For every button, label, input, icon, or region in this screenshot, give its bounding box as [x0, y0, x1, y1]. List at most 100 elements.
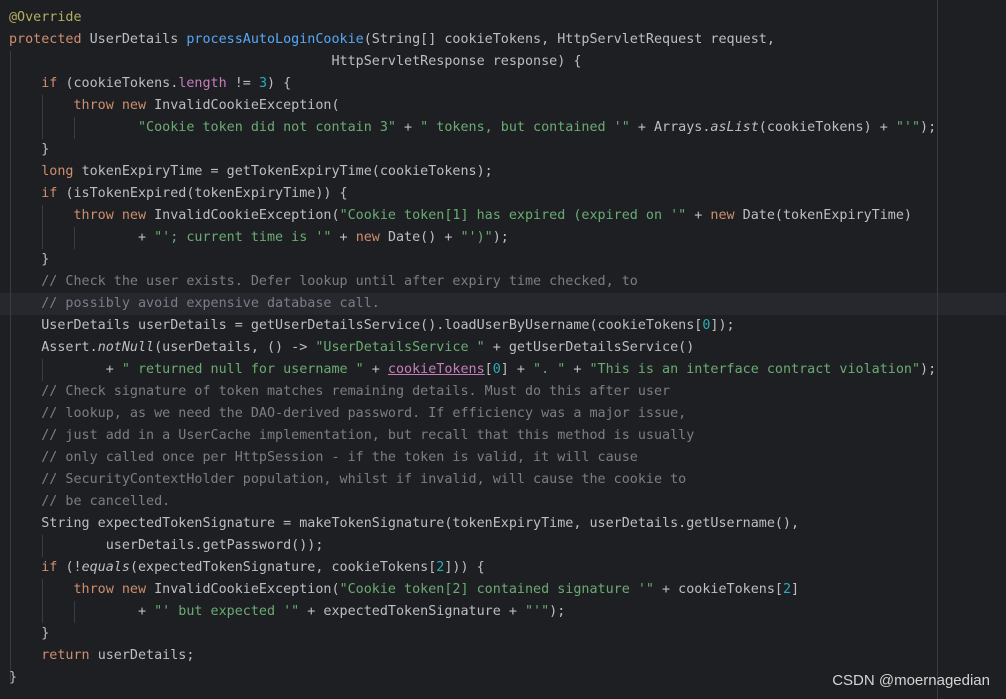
code-token: 0	[492, 362, 501, 377]
code-token: return	[41, 648, 98, 663]
code-editor[interactable]: @Override protected UserDetails processAu…	[0, 0, 1006, 699]
code-line[interactable]: // possibly avoid expensive database cal…	[9, 293, 380, 315]
code-line[interactable]: + "'; current time is '" + new Date() + …	[9, 227, 509, 249]
code-token: UserDetails userDetails = getUserDetails…	[9, 318, 703, 333]
code-line[interactable]: + "' but expected '" + expectedTokenSign…	[9, 601, 565, 623]
code-token: // Check the user exists. Defer lookup u…	[41, 274, 638, 289]
code-token: (expectedTokenSignature, cookieTokens[	[129, 560, 437, 575]
code-token: + cookieTokens[	[653, 582, 783, 597]
code-token: processAutoLoginCookie	[186, 32, 364, 47]
code-token: notNull	[97, 340, 155, 355]
code-token: Date() +	[387, 230, 461, 245]
code-token: // be cancelled.	[41, 494, 171, 509]
code-token: userDetails.getPassword());	[9, 538, 324, 553]
code-token: +	[9, 604, 155, 619]
code-line[interactable]: }	[9, 139, 49, 161]
code-token: (!	[65, 560, 82, 575]
code-token: // lookup, as we need the DAO-derived pa…	[41, 406, 687, 421]
code-token: );	[920, 362, 937, 377]
code-line[interactable]: // be cancelled.	[9, 491, 170, 513]
code-token: new	[710, 208, 743, 223]
code-line[interactable]: throw new InvalidCookieException("Cookie…	[9, 205, 912, 227]
watermark: CSDN @moernagedian	[832, 672, 990, 689]
code-token: (String[] cookieTokens, HttpServletReque…	[363, 32, 775, 47]
code-line[interactable]: }	[9, 249, 49, 271]
code-line[interactable]: String expectedTokenSignature = makeToke…	[9, 513, 799, 535]
code-token: "'"	[524, 604, 550, 619]
code-token: (cookieTokens.	[65, 76, 179, 91]
code-token: +	[686, 208, 711, 223]
code-line[interactable]: + " returned null for username " + cooki…	[9, 359, 936, 381]
code-token: InvalidCookieException(	[154, 208, 340, 223]
code-token: ) {	[267, 76, 292, 91]
code-line[interactable]: // only called once per HttpSession - if…	[9, 447, 638, 469]
code-token: "Cookie token[1] has expired (expired on…	[339, 208, 687, 223]
code-token: "Cookie token[2] contained signature '"	[339, 582, 654, 597]
code-token: userDetails;	[97, 648, 195, 663]
code-line[interactable]: if (!equals(expectedTokenSignature, cook…	[9, 557, 484, 579]
code-token: length	[178, 76, 227, 91]
code-line[interactable]: if (isTokenExpired(tokenExpiryTime)) {	[9, 183, 347, 205]
code-line[interactable]: // Check signature of token matches rema…	[9, 381, 670, 403]
code-token: [	[484, 362, 493, 377]
code-token: + expectedTokenSignature +	[299, 604, 525, 619]
code-token: InvalidCookieException(	[154, 582, 340, 597]
code-line[interactable]: }	[9, 623, 49, 645]
code-token: "'"	[895, 120, 921, 135]
code-line[interactable]: protected UserDetails processAutoLoginCo…	[9, 29, 775, 51]
code-line[interactable]: UserDetails userDetails = getUserDetails…	[9, 315, 734, 337]
code-token: // SecurityContextHolder population, whi…	[41, 472, 687, 487]
code-token: +	[395, 120, 421, 135]
code-token: protected	[9, 32, 90, 47]
code-token: @Override	[9, 10, 82, 25]
code-line[interactable]: // just add in a UserCache implementatio…	[9, 425, 694, 447]
code-line[interactable]: // lookup, as we need the DAO-derived pa…	[9, 403, 686, 425]
code-token: "This is an interface contract violation…	[589, 362, 921, 377]
code-token: "')"	[460, 230, 493, 245]
code-token: +	[565, 362, 590, 377]
code-token: if	[41, 560, 66, 575]
code-line[interactable]: Assert.notNull(userDetails, () -> "UserD…	[9, 337, 694, 359]
code-token: + getUserDetailsService()	[484, 340, 695, 355]
code-line[interactable]: return userDetails;	[9, 645, 194, 667]
code-line[interactable]: "Cookie token did not contain 3" + " tok…	[9, 117, 936, 139]
code-token: +	[9, 362, 122, 377]
code-token: InvalidCookieException(	[154, 98, 340, 113]
code-token: UserDetails	[89, 32, 187, 47]
code-line[interactable]: long tokenExpiryTime = getTokenExpiryTim…	[9, 161, 492, 183]
code-token: Assert.	[9, 340, 98, 355]
code-token: // possibly avoid expensive database cal…	[41, 296, 380, 311]
code-line[interactable]: @Override	[9, 7, 82, 29]
code-token: 2	[782, 582, 792, 597]
code-token: "UserDetailsService "	[315, 340, 485, 355]
code-token: // only called once per HttpSession - if…	[41, 450, 638, 465]
code-token: +	[363, 362, 388, 377]
code-line[interactable]: throw new InvalidCookieException(	[9, 95, 340, 117]
code-token: " returned null for username "	[121, 362, 364, 377]
code-line[interactable]: if (cookieTokens.length != 3) {	[9, 73, 291, 95]
code-line[interactable]: // Check the user exists. Defer lookup u…	[9, 271, 638, 293]
code-line[interactable]: throw new InvalidCookieException("Cookie…	[9, 579, 800, 601]
code-token: new	[355, 230, 388, 245]
code-token: String expectedTokenSignature = makeToke…	[9, 516, 800, 531]
code-token: "Cookie token did not contain 3"	[138, 120, 396, 135]
code-line[interactable]: userDetails.getPassword());	[9, 535, 324, 557]
code-line[interactable]: }	[9, 667, 17, 689]
code-token: + Arrays.	[629, 120, 711, 135]
code-token: " tokens, but contained '"	[420, 120, 630, 135]
code-token: throw new	[73, 98, 155, 113]
code-line[interactable]: HttpServletResponse response) {	[9, 51, 581, 73]
code-line[interactable]: // SecurityContextHolder population, whi…	[9, 469, 686, 491]
